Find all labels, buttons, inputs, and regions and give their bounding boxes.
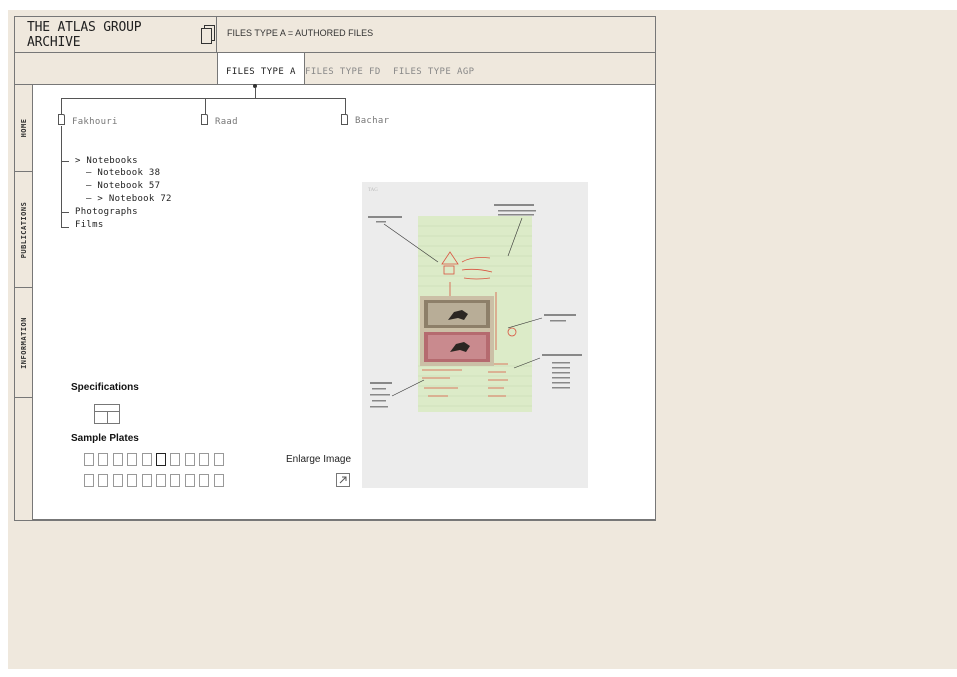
tree-item-photographs[interactable]: Photographs xyxy=(75,207,138,217)
sidebar-item-label: INFORMATION xyxy=(20,316,28,369)
folder-label-fakhouri[interactable]: Fakhouri xyxy=(72,117,118,127)
tab-files-type-a[interactable]: FILES TYPE A xyxy=(217,53,305,86)
sidebar-item-publications[interactable]: PUBLICATIONS xyxy=(15,172,33,288)
tree-item-notebooks[interactable]: > Notebooks xyxy=(75,156,138,166)
sidebar-item-information[interactable]: INFORMATION xyxy=(15,288,33,398)
sample-plate-thumbnail[interactable] xyxy=(141,474,152,487)
folder-icon xyxy=(58,114,65,125)
sample-plate-thumbnail[interactable] xyxy=(112,474,123,487)
folder-label-bachar[interactable]: Bachar xyxy=(355,116,389,126)
enlarge-image-label: Enlarge Image xyxy=(286,454,352,465)
sample-plate-thumbnail[interactable] xyxy=(184,474,195,487)
sample-plate-thumbnail[interactable] xyxy=(156,453,166,466)
svg-text:TAG: TAG xyxy=(368,188,378,193)
enlarge-image-button[interactable] xyxy=(336,473,350,487)
tab-bar: FILES TYPE A FILES TYPE FD FILES TYPE AG… xyxy=(15,53,655,86)
tab-pointer-dot xyxy=(253,84,257,88)
logo-text: THE ATLAS GROUP ARCHIVE xyxy=(27,20,142,50)
tree-connector xyxy=(61,98,346,99)
sidebar-item-label: PUBLICATIONS xyxy=(20,201,28,258)
sample-plate-thumbnail[interactable] xyxy=(98,474,109,487)
tree-item-notebook-57[interactable]: — Notebook 57 xyxy=(86,181,160,191)
arrow-diagonal-icon xyxy=(339,476,347,484)
archive-logo[interactable]: THE ATLAS GROUP ARCHIVE xyxy=(15,17,217,53)
sample-plate-thumbnail[interactable] xyxy=(156,474,166,487)
notebook-page-drawing: TAG xyxy=(362,182,588,488)
folder-icon xyxy=(201,114,208,125)
tree-item-notebook-38[interactable]: — Notebook 38 xyxy=(86,168,160,178)
page-title: FILES TYPE A = AUTHORED FILES xyxy=(227,28,374,38)
sample-plate-thumbnail[interactable] xyxy=(84,474,94,487)
sample-plate-thumbnail[interactable] xyxy=(170,453,181,466)
sidebar-item-home[interactable]: HOME xyxy=(15,85,33,172)
tree-item-notebook-72[interactable]: — > Notebook 72 xyxy=(86,194,172,204)
specifications-heading: Specifications xyxy=(71,382,139,393)
specifications-table-icon[interactable] xyxy=(94,404,120,424)
folder-icon xyxy=(341,114,348,125)
tab-files-type-fd[interactable]: FILES TYPE FD xyxy=(305,67,381,77)
tree-connector xyxy=(62,227,69,228)
tree-connector xyxy=(62,161,69,162)
sidebar-item-label: HOME xyxy=(20,118,28,138)
sample-plate-thumbnail[interactable] xyxy=(84,453,94,466)
sidebar: HOME PUBLICATIONS INFORMATION xyxy=(15,85,33,520)
notebook-page-image[interactable]: TAG xyxy=(362,182,588,488)
sample-plate-thumbnail[interactable] xyxy=(170,474,181,487)
sample-plate-thumbnail[interactable] xyxy=(127,453,138,466)
sample-plate-thumbnail[interactable] xyxy=(199,453,210,466)
sample-plate-thumbnail[interactable] xyxy=(127,474,138,487)
sample-plate-thumbnail[interactable] xyxy=(141,453,152,466)
sample-plate-thumbnail[interactable] xyxy=(199,474,210,487)
tree-connector xyxy=(205,98,206,114)
tree-connector xyxy=(62,212,69,213)
folder-label-raad[interactable]: Raad xyxy=(215,117,238,127)
sample-plate-thumbnail[interactable] xyxy=(184,453,195,466)
sample-plate-thumbnail[interactable] xyxy=(213,474,224,487)
tab-files-type-agp[interactable]: FILES TYPE AGP xyxy=(393,67,474,77)
tree-connector xyxy=(345,98,346,114)
sample-plate-thumbnail[interactable] xyxy=(112,453,123,466)
file-stack-icon xyxy=(199,25,216,45)
sample-plates-heading: Sample Plates xyxy=(71,433,139,444)
sample-plate-thumbnail[interactable] xyxy=(213,453,224,466)
sample-plate-thumbnail[interactable] xyxy=(98,453,109,466)
tree-item-films[interactable]: Films xyxy=(75,220,104,230)
header-bar: THE ATLAS GROUP ARCHIVE FILES TYPE A = A… xyxy=(15,17,655,53)
tree-connector xyxy=(61,98,62,114)
